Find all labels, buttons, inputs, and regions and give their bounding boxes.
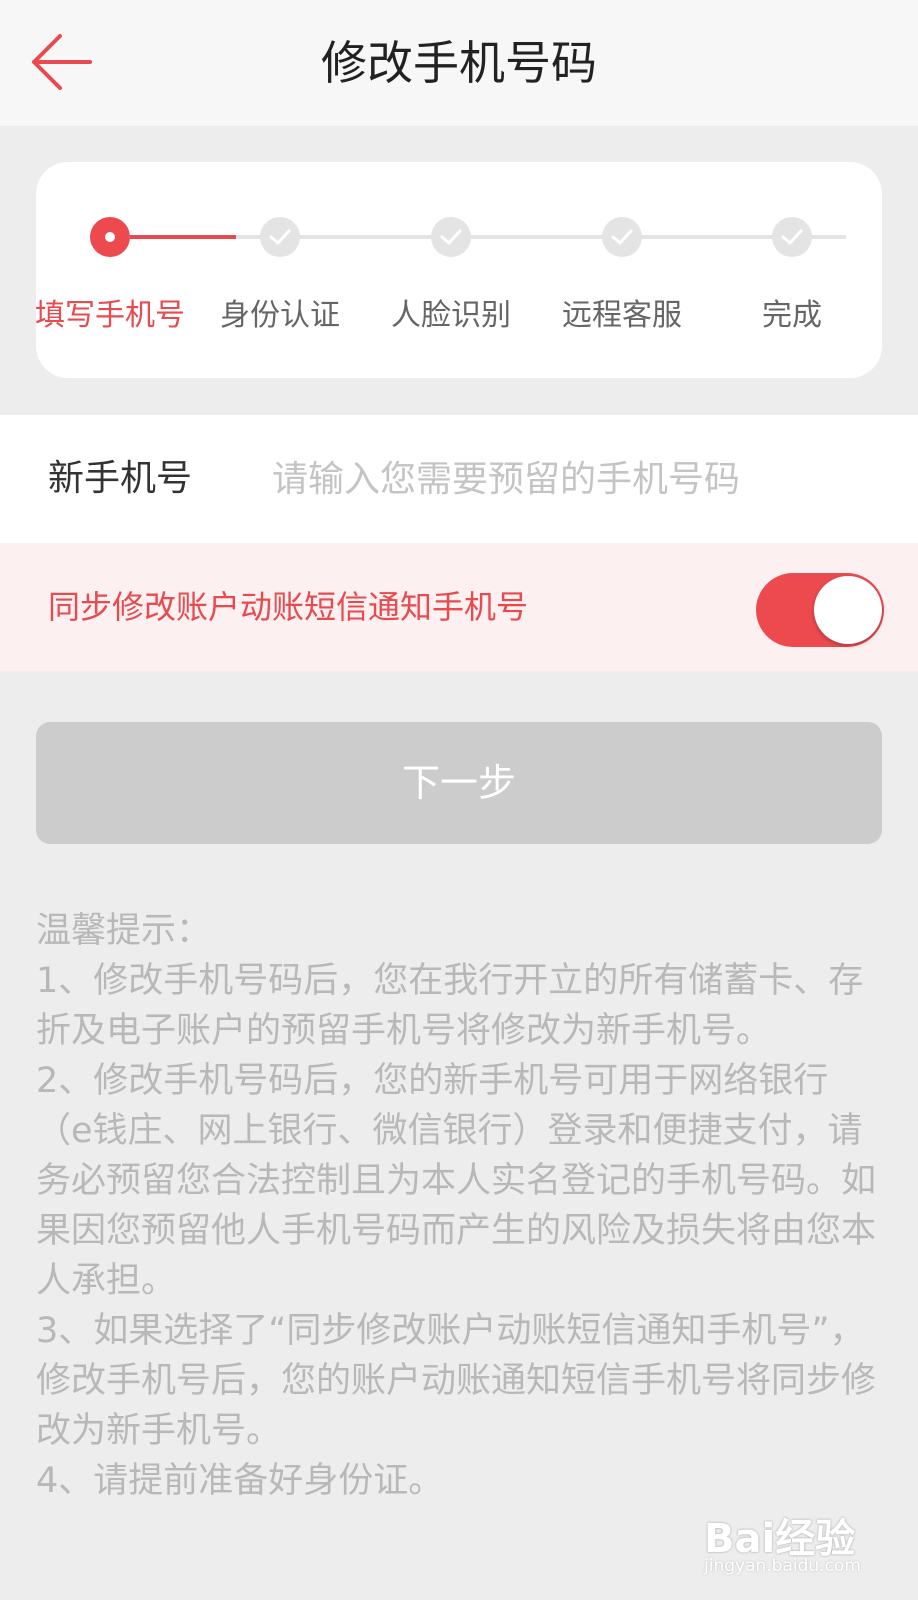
sync-notification-row: 同步修改账户动账短信通知手机号	[0, 543, 918, 671]
page-title: 修改手机号码	[321, 36, 597, 90]
next-step-button[interactable]: 下一步	[36, 722, 882, 844]
tip-item-2: 2、修改手机号码后，您的新手机号可用于网络银行（e钱庄、网上银行、微信银行）登录…	[36, 1061, 877, 1301]
step-2-check-icon	[260, 217, 300, 257]
tips-section: 温馨提示： 1、修改手机号码后，您在我行开立的所有储蓄卡、存折及电子账户的预留手…	[36, 906, 882, 1506]
step-4-check-icon	[602, 217, 642, 257]
tip-item-4: 4、请提前准备好身份证。	[36, 1461, 444, 1501]
new-phone-label: 新手机号	[48, 458, 193, 499]
tips-title: 温馨提示：	[36, 911, 212, 951]
step-label-done: 完成	[762, 298, 822, 333]
step-3-check-icon	[431, 217, 471, 257]
top-bar: 修改手机号码	[0, 0, 918, 126]
step-connector	[236, 235, 846, 239]
step-label-identity: 身份认证	[220, 298, 340, 333]
step-label-face: 人脸识别	[391, 298, 511, 333]
tip-item-3: 3、如果选择了“同步修改账户动账短信通知手机号”，修改手机号后，您的账户动账通知…	[36, 1311, 877, 1451]
step-label-fill-phone: 填写手机号	[35, 298, 185, 333]
toggle-knob	[814, 576, 882, 644]
progress-steps: 填写手机号 身份认证 人脸识别 远程客服 完成	[35, 162, 882, 378]
step-label-remote-service: 远程客服	[562, 298, 682, 333]
new-phone-input[interactable]	[272, 449, 872, 509]
watermark-url: jingyan.baidu.com	[704, 1556, 861, 1576]
sync-notification-toggle[interactable]	[756, 573, 884, 647]
step-5-check-icon	[772, 217, 812, 257]
step-1-current-dot	[90, 217, 130, 257]
sync-notification-label: 同步修改账户动账短信通知手机号	[48, 588, 529, 626]
baidu-jingyan-watermark: Bai经验 jingyan.baidu.com	[704, 1500, 904, 1580]
step-connector-active	[130, 235, 236, 239]
new-phone-row: 新手机号	[0, 415, 918, 543]
tip-item-1: 1、修改手机号码后，您在我行开立的所有储蓄卡、存折及电子账户的预留手机号将修改为…	[36, 961, 864, 1051]
